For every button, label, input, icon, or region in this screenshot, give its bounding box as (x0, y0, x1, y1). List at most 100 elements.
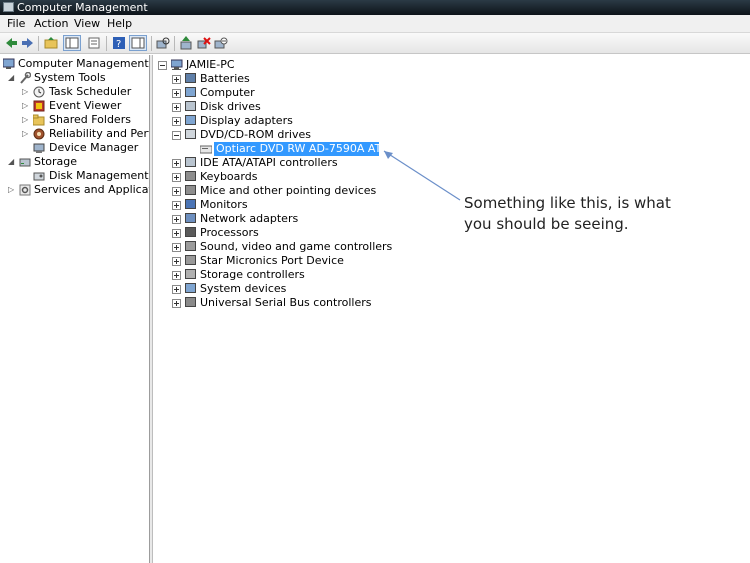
device-category-2[interactable]: Disk drives (172, 100, 432, 114)
expand-icon[interactable] (172, 201, 181, 210)
tree-item-label: Storage (34, 155, 78, 168)
tree-root[interactable]: Computer Management (Local (2, 57, 149, 71)
chevron-right-icon[interactable]: ▷ (22, 130, 30, 138)
shared-folder-icon (32, 114, 45, 126)
tree-item-label: Device Manager (49, 141, 139, 154)
device-category-label: Batteries (200, 72, 250, 85)
tree-item-services-applications[interactable]: ▷ Services and Applications (0, 183, 149, 197)
annotation-text: Something like this, is what you should … (464, 193, 671, 235)
show-hide-tree-icon[interactable] (63, 35, 81, 51)
back-icon[interactable] (4, 36, 18, 50)
port-device-icon (185, 255, 196, 265)
expand-icon[interactable] (172, 159, 181, 168)
show-hide-action-pane-icon[interactable] (129, 35, 147, 51)
device-tree-root[interactable]: JAMIE-PC (158, 58, 358, 72)
expand-icon[interactable] (172, 117, 181, 126)
chevron-right-icon[interactable]: ▷ (22, 88, 30, 96)
menu-bar: File Action View Help (0, 15, 750, 33)
system-devices-icon (185, 283, 196, 293)
menu-help[interactable]: Help (107, 17, 132, 31)
properties-icon[interactable] (87, 36, 101, 50)
device-category-14[interactable]: System devices (172, 282, 432, 296)
tree-item-label: Reliability and Performa (49, 127, 150, 140)
device-category-0[interactable]: Batteries (172, 72, 432, 86)
expand-icon[interactable] (172, 215, 181, 224)
svg-text:?: ? (116, 39, 121, 50)
expand-icon[interactable] (172, 173, 181, 182)
menu-view[interactable]: View (74, 17, 100, 31)
toolbar-separator (38, 36, 39, 51)
device-category-12[interactable]: Star Micronics Port Device (172, 254, 432, 268)
expand-icon[interactable] (172, 103, 181, 112)
computer-icon (170, 59, 183, 71)
tree-item-system-tools[interactable]: ◢ System Tools (0, 71, 149, 85)
forward-icon[interactable] (21, 36, 35, 50)
device-category-label: Star Micronics Port Device (200, 254, 344, 267)
disable-icon[interactable] (214, 36, 228, 50)
tree-item-event-viewer[interactable]: ▷ Event Viewer (0, 99, 149, 113)
tree-item-device-manager[interactable]: Device Manager (0, 141, 149, 155)
device-category-label: Storage controllers (200, 268, 305, 281)
expand-icon[interactable] (172, 229, 181, 238)
title-bar: Computer Management (0, 0, 750, 15)
collapse-icon[interactable] (172, 131, 181, 140)
performance-icon (33, 128, 45, 140)
tree-item-disk-management[interactable]: Disk Management (0, 169, 149, 183)
pane-splitter[interactable] (150, 55, 153, 563)
device-category-13[interactable]: Storage controllers (172, 268, 432, 282)
expand-icon[interactable] (172, 271, 181, 280)
chevron-right-icon[interactable]: ▷ (22, 102, 30, 110)
expand-icon[interactable] (172, 75, 181, 84)
device-category-1[interactable]: Computer (172, 86, 432, 100)
expand-icon[interactable] (172, 257, 181, 266)
menu-action[interactable]: Action (34, 17, 68, 31)
device-manager-icon (33, 142, 45, 154)
device-category-9[interactable]: Network adapters (172, 212, 432, 226)
tree-item-task-scheduler[interactable]: ▷ Task Scheduler (0, 85, 149, 99)
display-adapter-icon (185, 115, 196, 125)
computer-management-icon (2, 58, 15, 70)
storage-icon (19, 156, 31, 168)
device-category-label: Sound, video and game controllers (200, 240, 393, 253)
device-category-label: Processors (200, 226, 259, 239)
toolbar-separator (151, 36, 152, 51)
chevron-down-icon[interactable]: ◢ (8, 74, 16, 82)
expand-icon[interactable] (172, 89, 181, 98)
menu-file[interactable]: File (7, 17, 25, 31)
system-tools-icon (19, 71, 32, 84)
device-category-15[interactable]: Universal Serial Bus controllers (172, 296, 432, 310)
up-folder-icon[interactable] (44, 36, 58, 50)
scan-hardware-icon[interactable] (156, 36, 170, 50)
tree-item-reliability[interactable]: ▷ Reliability and Performa (0, 127, 150, 141)
uninstall-icon[interactable] (197, 36, 211, 50)
collapse-icon[interactable] (158, 61, 167, 70)
tree-root-label: Computer Management (Local (18, 57, 149, 70)
device-category-label: IDE ATA/ATAPI controllers (200, 156, 338, 169)
expand-icon[interactable] (172, 243, 181, 252)
tree-item-shared-folders[interactable]: ▷ Shared Folders (0, 113, 149, 127)
selected-device-row[interactable]: Optiarc DVD RW AD-7590A ATA Device (214, 142, 429, 156)
ide-controller-icon (185, 157, 196, 167)
computer-management-icon (3, 2, 14, 12)
dvd-drive-icon (199, 143, 213, 155)
device-category-4[interactable]: DVD/CD-ROM drives (172, 128, 432, 142)
processor-icon (185, 227, 196, 237)
usb-icon (185, 297, 196, 307)
device-category-label: DVD/CD-ROM drives (200, 128, 311, 141)
device-category-label: System devices (200, 282, 287, 295)
expand-icon[interactable] (172, 187, 181, 196)
device-category-3[interactable]: Display adapters (172, 114, 432, 128)
help-icon[interactable]: ? (112, 36, 126, 50)
chevron-right-icon[interactable]: ▷ (22, 116, 30, 124)
chevron-right-icon[interactable]: ▷ (8, 186, 16, 194)
tree-item-storage[interactable]: ◢ Storage (0, 155, 149, 169)
console-tree[interactable]: Computer Management (Local ◢ System Tool… (0, 55, 150, 563)
device-category-11[interactable]: Sound, video and game controllers (172, 240, 432, 254)
expand-icon[interactable] (172, 285, 181, 294)
device-category-label: Keyboards (200, 170, 258, 183)
computer-name: JAMIE-PC (186, 58, 235, 71)
chevron-down-icon[interactable]: ◢ (8, 158, 16, 166)
update-driver-icon[interactable] (179, 36, 193, 50)
expand-icon[interactable] (172, 299, 181, 308)
device-category-10[interactable]: Processors (172, 226, 432, 240)
